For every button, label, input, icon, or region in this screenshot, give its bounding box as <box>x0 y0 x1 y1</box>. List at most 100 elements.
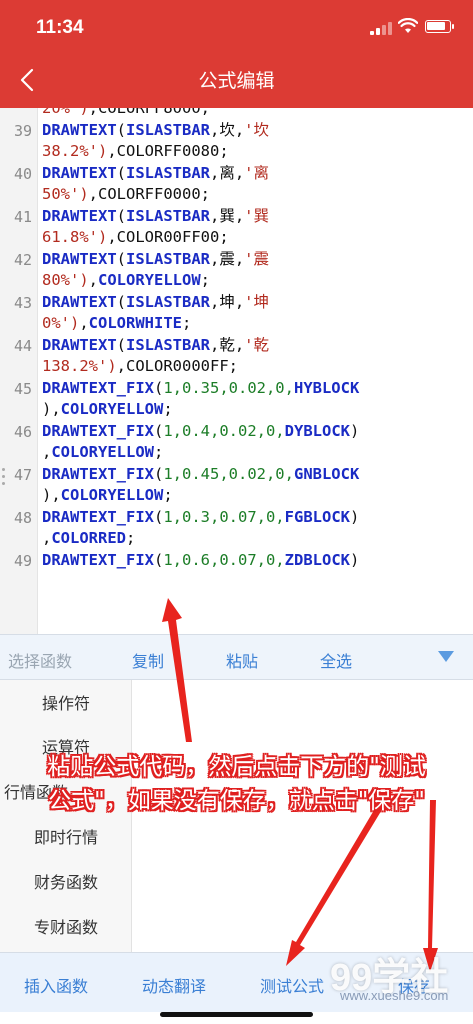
code-token: ( <box>153 421 164 440</box>
code-token: ( <box>116 163 126 182</box>
code-text: DRAWTEXT(ISLASTBAR,震,'震 <box>42 249 269 271</box>
code-text: DRAWTEXT_FIX(1,0.35,0.02,0,HYBLOCK <box>42 378 359 400</box>
code-token: COLORYELLOW <box>60 486 164 504</box>
code-line: 49 DRAWTEXT_FIX(1,0.6,0.07,0,ZDBLOCK) <box>0 550 473 572</box>
code-line: 46 DRAWTEXT_FIX(1,0.4,0.02,0,DYBLOCK) <box>0 421 473 443</box>
code-line: 42 DRAWTEXT(ISLASTBAR,震,'震 <box>0 249 473 271</box>
line-number: 40 <box>13 164 32 183</box>
code-token: COLORWHITE <box>88 314 182 332</box>
code-token: ( <box>153 378 164 397</box>
code-text: DRAWTEXT_FIX(1,0.45,0.02,0,GNBLOCK <box>42 464 359 486</box>
code-token: '震 <box>244 249 270 268</box>
code-text: 0%'),COLORWHITE; <box>42 313 191 335</box>
code-token: DRAWTEXT <box>42 120 117 139</box>
code-text: 61.8%'),COLOR00FF00; <box>42 227 229 249</box>
code-text: DRAWTEXT(ISLASTBAR,坎,'坎 <box>42 120 269 142</box>
code-text: 138.2%'),COLOR0000FF; <box>42 356 238 378</box>
line-number: 47 <box>13 465 32 484</box>
code-token: DRAWTEXT <box>42 249 117 268</box>
paste-button[interactable]: 粘贴 <box>226 648 258 672</box>
code-token: ; <box>163 486 173 504</box>
category-item[interactable]: 财务函数 <box>0 861 132 905</box>
code-line: 0%'),COLORWHITE; <box>0 313 473 335</box>
drag-handle-icon[interactable] <box>2 468 6 488</box>
code-token: '坎 <box>244 120 270 139</box>
code-token: ), <box>42 486 61 504</box>
code-token: 38.2%') <box>42 142 108 160</box>
code-line: 47 DRAWTEXT_FIX(1,0.45,0.02,0,GNBLOCK <box>0 464 473 486</box>
code-token: COLORFF0000; <box>98 185 210 203</box>
code-token: , <box>79 314 89 332</box>
code-token: ISLASTBAR <box>126 163 210 182</box>
code-text: ),COLORYELLOW; <box>42 485 173 507</box>
code-text: DRAWTEXT(ISLASTBAR,坤,'坤 <box>42 292 269 314</box>
app-header: 11:34 公式编辑 <box>0 0 473 108</box>
code-token: ,坤, <box>210 292 245 311</box>
select-all-button[interactable]: 全选 <box>320 648 352 672</box>
insert-function-button[interactable]: 插入函数 <box>24 973 88 997</box>
home-indicator <box>160 1012 313 1017</box>
annotation-line-2: 公式"，如果没有保存，就点击"保存" <box>48 788 425 814</box>
code-editor[interactable]: 20%'),COLORFF8000; 39 DRAWTEXT(ISLASTBAR,坎… <box>0 108 473 634</box>
code-token: COLORYELLOW <box>60 400 164 418</box>
page-title: 公式编辑 <box>198 70 275 92</box>
code-token: FGBLOCK <box>284 507 350 526</box>
category-item[interactable]: 操作符 <box>0 682 132 726</box>
code-text: ,COLORRED; <box>42 528 135 550</box>
line-number: 45 <box>13 379 32 398</box>
code-token: COLORYELLOW <box>51 443 154 461</box>
code-token: DRAWTEXT <box>42 206 117 225</box>
copy-button[interactable]: 复制 <box>132 648 164 672</box>
code-token: ( <box>116 249 126 268</box>
edit-toolbar: 选择函数 复制 粘贴 全选 <box>0 634 473 680</box>
code-token: ISLASTBAR <box>126 292 210 311</box>
code-token: '乾 <box>244 335 270 354</box>
code-token: 1,0.4,0.02,0, <box>163 421 285 440</box>
select-function-button[interactable]: 选择函数 <box>8 648 72 672</box>
code-text: DRAWTEXT(ISLASTBAR,乾,'乾 <box>42 335 269 357</box>
code-token: COLOR00FF00; <box>116 228 229 246</box>
line-number: 42 <box>13 250 32 269</box>
status-bar: 11:34 <box>0 0 473 56</box>
code-token: GNBLOCK <box>293 464 360 483</box>
code-token: 1,0.6,0.07,0, <box>163 550 285 569</box>
code-line: 20%'),COLORFF8000; <box>0 108 473 120</box>
dynamic-translate-button[interactable]: 动态翻译 <box>142 973 206 997</box>
code-token: '离 <box>244 163 270 182</box>
code-token: , <box>116 357 126 375</box>
category-item[interactable]: 即时行情 <box>0 816 132 860</box>
category-item[interactable]: 专财函数 <box>0 906 132 950</box>
code-token: , <box>107 142 117 160</box>
line-number: 48 <box>13 508 32 527</box>
code-token: ; <box>182 314 192 332</box>
code-token: 1,0.35,0.02,0, <box>163 378 294 397</box>
chevron-down-icon[interactable] <box>438 651 454 662</box>
code-text: ),COLORYELLOW; <box>42 399 173 421</box>
code-token: ; <box>200 271 211 289</box>
code-token: ) <box>349 421 360 440</box>
code-token: , <box>42 529 52 547</box>
line-number: 43 <box>13 293 32 312</box>
code-line: 39 DRAWTEXT(ISLASTBAR,坎,'坎 <box>0 120 473 142</box>
code-token: 61.8%') <box>42 228 108 246</box>
code-token: DYBLOCK <box>284 421 350 440</box>
code-token: DRAWTEXT_FIX <box>42 507 154 526</box>
code-token: 1,0.3,0.07,0, <box>163 507 285 526</box>
code-token: 0%') <box>42 314 80 332</box>
code-text: 50%'),COLORFF0000; <box>42 184 210 206</box>
code-token: ,离, <box>210 163 245 182</box>
annotation-line-1: 粘贴公式代码，然后点击下方的"测试 <box>47 754 426 780</box>
code-token: ), <box>42 400 61 418</box>
watermark: 99学社 www.xueshe9.com <box>300 940 470 1020</box>
code-token: ,坎, <box>210 120 245 139</box>
code-text: DRAWTEXT_FIX(1,0.3,0.07,0,FGBLOCK) <box>42 507 359 529</box>
code-token: ) <box>349 507 360 526</box>
code-line: 80%'),COLORYELLOW; <box>0 270 473 292</box>
code-text: DRAWTEXT(ISLASTBAR,巽,'巽 <box>42 206 269 228</box>
line-number: 39 <box>13 121 32 140</box>
code-token: , <box>88 108 99 117</box>
code-token: ; <box>154 443 164 461</box>
code-token: DRAWTEXT_FIX <box>42 550 154 569</box>
code-token: COLORFF8000; <box>98 108 210 117</box>
code-token: COLORYELLOW <box>98 271 201 289</box>
